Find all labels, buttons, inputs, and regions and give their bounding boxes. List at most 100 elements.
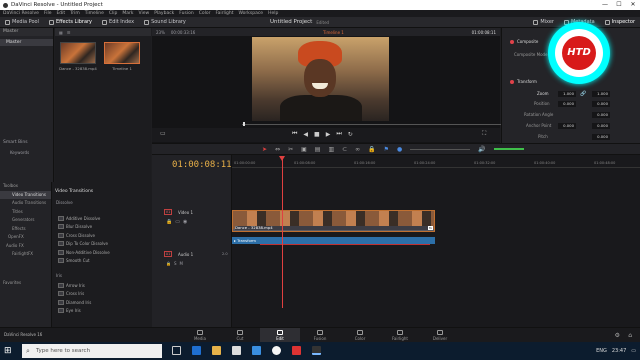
menu-mark[interactable]: Mark <box>122 11 133 16</box>
store-icon[interactable] <box>232 346 241 355</box>
fx-cross-iris[interactable]: Cross Iris <box>52 290 152 299</box>
viewer-zoom[interactable]: 23% <box>156 30 165 35</box>
page-media[interactable]: Media <box>180 328 220 343</box>
favorites-header[interactable]: Favorites <box>0 279 51 288</box>
fx-diamond-iris[interactable]: Diamond Iris <box>52 298 152 307</box>
nav-titles[interactable]: Titles <box>0 208 51 217</box>
bin-item-master[interactable]: Master <box>0 39 53 46</box>
mail-icon[interactable] <box>252 346 261 355</box>
menu-davinci[interactable]: DaVinci Resolve <box>3 11 39 16</box>
snapping-icon[interactable]: ⊂ <box>342 146 347 153</box>
menu-playback[interactable]: Playback <box>154 11 174 16</box>
position-x-field[interactable]: 0.000 <box>558 101 576 107</box>
solo-button[interactable]: S <box>174 261 177 266</box>
scrubber-track[interactable] <box>242 124 502 125</box>
stop-icon[interactable]: ■ <box>314 131 320 138</box>
scrubber-handle[interactable] <box>243 122 245 126</box>
menu-color[interactable]: Color <box>199 11 211 16</box>
home-icon[interactable]: ⌂ <box>628 332 632 339</box>
trim-tool-icon[interactable]: ⇔ <box>275 146 280 153</box>
menu-fusion[interactable]: Fusion <box>179 11 193 16</box>
zoom-slider[interactable] <box>410 148 471 150</box>
mixer-button[interactable]: Mixer <box>528 17 559 28</box>
transform-keyframe-bar[interactable]: ▸ Transform <box>232 237 435 244</box>
zoom-x-field[interactable]: 1.000 <box>558 91 576 97</box>
list-view-icon[interactable]: ▦ <box>59 30 63 35</box>
video-clip[interactable]: Dance - 32838.mp4 fx <box>232 210 435 232</box>
nav-fairlightfx[interactable]: FairlightFX <box>0 250 51 259</box>
auto-select-icon[interactable]: ▭ <box>175 219 180 225</box>
fx-cross-dissolve[interactable]: Cross Dissolve <box>52 231 152 240</box>
composite-enable-dot[interactable] <box>510 40 514 44</box>
lock-icon[interactable]: 🔒 <box>166 219 172 225</box>
replace-clip-icon[interactable]: ▥ <box>328 146 334 153</box>
volume-icon[interactable]: 🔊 <box>478 146 485 153</box>
menu-timeline[interactable]: Timeline <box>85 11 104 16</box>
flag-icon[interactable]: ⚑ <box>384 146 389 153</box>
skip-end-icon[interactable]: ⏭ <box>336 130 341 138</box>
link-clips-icon[interactable]: ∞ <box>355 146 360 153</box>
insert-clip-icon[interactable]: ▣ <box>301 146 307 153</box>
menu-trim[interactable]: Trim <box>70 11 80 16</box>
marker-icon[interactable]: ● <box>397 146 402 153</box>
video-track-name[interactable]: Video 1 <box>178 210 193 215</box>
davinci-resolve-taskbar-icon[interactable] <box>312 346 321 355</box>
viewer-options-icon[interactable]: ▭ <box>160 130 166 137</box>
menu-help[interactable]: Help <box>268 11 278 16</box>
zoom-y-field[interactable]: 1.000 <box>592 91 610 97</box>
menu-edit[interactable]: Edit <box>56 11 65 16</box>
nav-generators[interactable]: Generators <box>0 216 51 225</box>
skip-start-icon[interactable]: ⏮ <box>292 130 297 138</box>
settings-icon[interactable]: ⚙ <box>615 332 620 339</box>
nav-audio-transitions[interactable]: Audio Transitions <box>0 199 51 208</box>
app-icon-red[interactable] <box>292 346 301 355</box>
mute-button[interactable]: M <box>180 261 183 266</box>
viewer-timeline-name[interactable]: Timeline 1 <box>323 30 344 35</box>
toolbox-header[interactable]: Toolbox <box>0 182 51 191</box>
chrome-icon[interactable] <box>272 346 281 355</box>
blade-tool-icon[interactable]: ✂ <box>288 146 293 153</box>
anchor-x-field[interactable]: 0.000 <box>558 123 576 129</box>
windows-start-icon[interactable]: ⊞ <box>4 346 14 356</box>
position-y-field[interactable]: 0.000 <box>592 101 610 107</box>
sort-icon[interactable]: ☰ <box>67 30 71 35</box>
timeline-thumbnail[interactable] <box>104 42 140 64</box>
fx-blur-dissolve[interactable]: Blur Dissolve <box>52 223 152 232</box>
audio-track-name[interactable]: Audio 1 <box>178 252 193 257</box>
menu-workspace[interactable]: Workspace <box>238 11 263 16</box>
page-color[interactable]: Color <box>340 328 380 343</box>
loop-icon[interactable]: ↻ <box>348 131 353 138</box>
menu-fairlight[interactable]: Fairlight <box>215 11 233 16</box>
volume-slider[interactable] <box>493 148 524 150</box>
notification-icon[interactable]: ▭ <box>631 342 636 360</box>
fx-non-additive[interactable]: Non-Additive Dissolve <box>52 248 152 257</box>
nav-openfx[interactable]: OpenFX <box>0 233 51 242</box>
transform-enable-dot[interactable] <box>510 80 514 84</box>
language-indicator[interactable]: ENG <box>596 342 607 360</box>
page-deliver[interactable]: Deliver <box>420 328 460 343</box>
inspector-button[interactable]: Inspector <box>600 17 640 28</box>
fullscreen-icon[interactable]: ⛶ <box>482 130 486 138</box>
nav-effects[interactable]: Effects <box>0 225 51 234</box>
eye-icon[interactable]: ◉ <box>183 219 187 225</box>
lock-icon[interactable]: 🔒 <box>166 261 171 266</box>
page-fusion[interactable]: Fusion <box>300 328 340 343</box>
menu-file[interactable]: File <box>44 11 52 16</box>
close-button[interactable]: ✕ <box>626 0 640 10</box>
minimize-button[interactable]: — <box>598 0 612 10</box>
clip-fx-icon[interactable]: fx <box>428 226 433 230</box>
page-fairlight[interactable]: Fairlight <box>380 328 420 343</box>
fx-eye-iris[interactable]: Eye Iris <box>52 307 152 316</box>
playhead[interactable] <box>282 158 283 308</box>
fx-arrow-iris[interactable]: Arrow Iris <box>52 281 152 290</box>
maximize-button[interactable]: ☐ <box>612 0 626 10</box>
playhead-handle[interactable] <box>279 156 285 161</box>
effects-library-button[interactable]: Effects Library <box>44 17 97 28</box>
reverse-icon[interactable]: ◀ <box>303 131 308 138</box>
menu-clip[interactable]: Clip <box>109 11 118 16</box>
media-clip-thumbnail[interactable] <box>60 42 96 64</box>
anchor-y-field[interactable]: 0.000 <box>592 123 610 129</box>
position-lock-icon[interactable]: 🔒 <box>368 146 375 153</box>
nav-video-transitions[interactable]: Video Transitions <box>0 190 51 199</box>
sound-library-button[interactable]: Sound Library <box>139 17 191 28</box>
